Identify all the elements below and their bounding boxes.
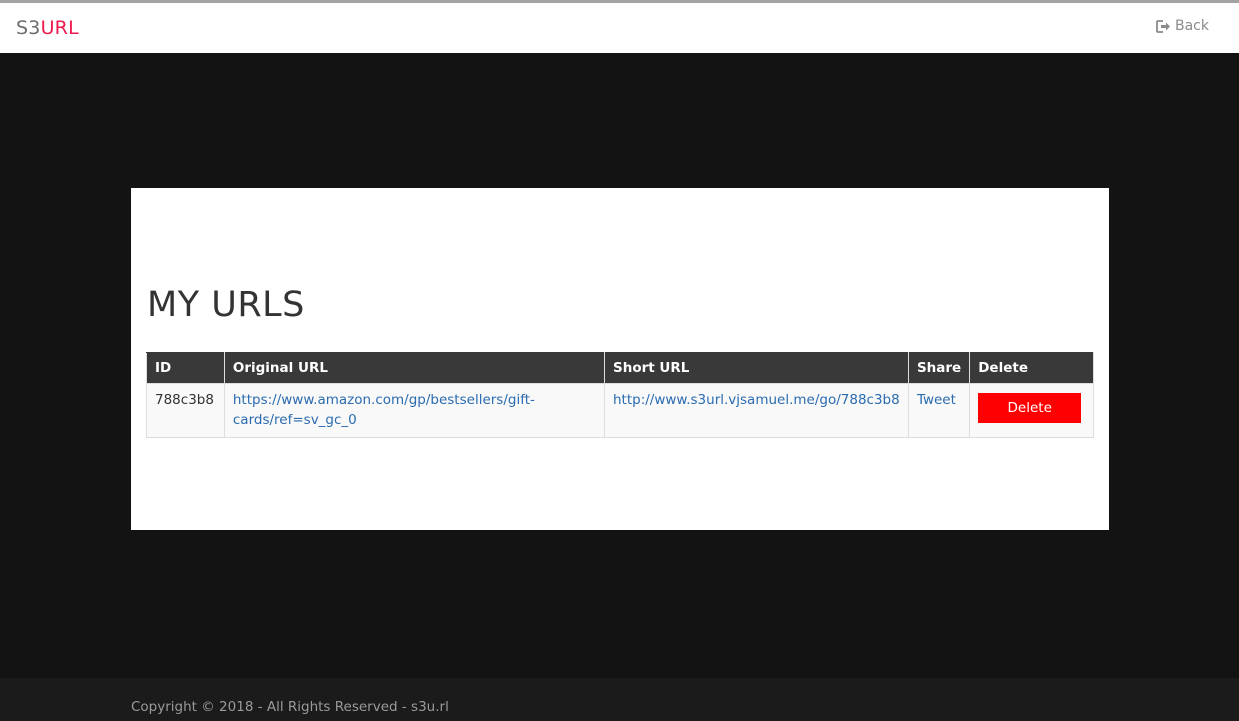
header-delete: Delete — [969, 352, 1094, 384]
table-row: 788c3b8 https://www.amazon.com/gp/bestse… — [146, 383, 1094, 438]
header-share: Share — [907, 352, 971, 384]
brand-text-url: URL — [40, 17, 79, 39]
table-header-row: ID Original URL Short URL Share Delete — [146, 352, 1094, 384]
cell-share: Tweet — [907, 383, 971, 438]
urls-table: ID Original URL Short URL Share Delete 7… — [146, 352, 1094, 438]
delete-button[interactable]: Delete — [978, 393, 1082, 423]
brand-text-s3: S3 — [16, 17, 41, 39]
cell-original-url: https://www.amazon.com/gp/bestsellers/gi… — [223, 383, 605, 438]
tweet-link[interactable]: Tweet — [917, 392, 956, 408]
copyright-text: Copyright © 2018 - All Rights Reserved -… — [131, 699, 449, 715]
cell-delete: Delete — [969, 383, 1094, 438]
page-title: MY URLS — [147, 285, 305, 325]
cell-id: 788c3b8 — [146, 383, 225, 438]
navbar: S3URL Back — [0, 3, 1239, 53]
cell-short-url: http://www.s3url.vjsamuel.me/go/788c3b8 — [603, 383, 909, 438]
header-original-url: Original URL — [223, 352, 605, 384]
short-url-link[interactable]: http://www.s3url.vjsamuel.me/go/788c3b8 — [613, 392, 900, 408]
brand-logo[interactable]: S3URL — [16, 16, 79, 40]
content-panel: MY URLS ID Original URL Short URL Share … — [131, 188, 1109, 530]
sign-out-icon — [1156, 19, 1171, 33]
footer: Copyright © 2018 - All Rights Reserved -… — [0, 678, 1239, 721]
header-short-url: Short URL — [603, 352, 909, 384]
header-id: ID — [146, 352, 225, 384]
back-label: Back — [1175, 18, 1209, 34]
back-link[interactable]: Back — [1156, 18, 1209, 34]
original-url-link[interactable]: https://www.amazon.com/gp/bestsellers/gi… — [233, 392, 535, 428]
